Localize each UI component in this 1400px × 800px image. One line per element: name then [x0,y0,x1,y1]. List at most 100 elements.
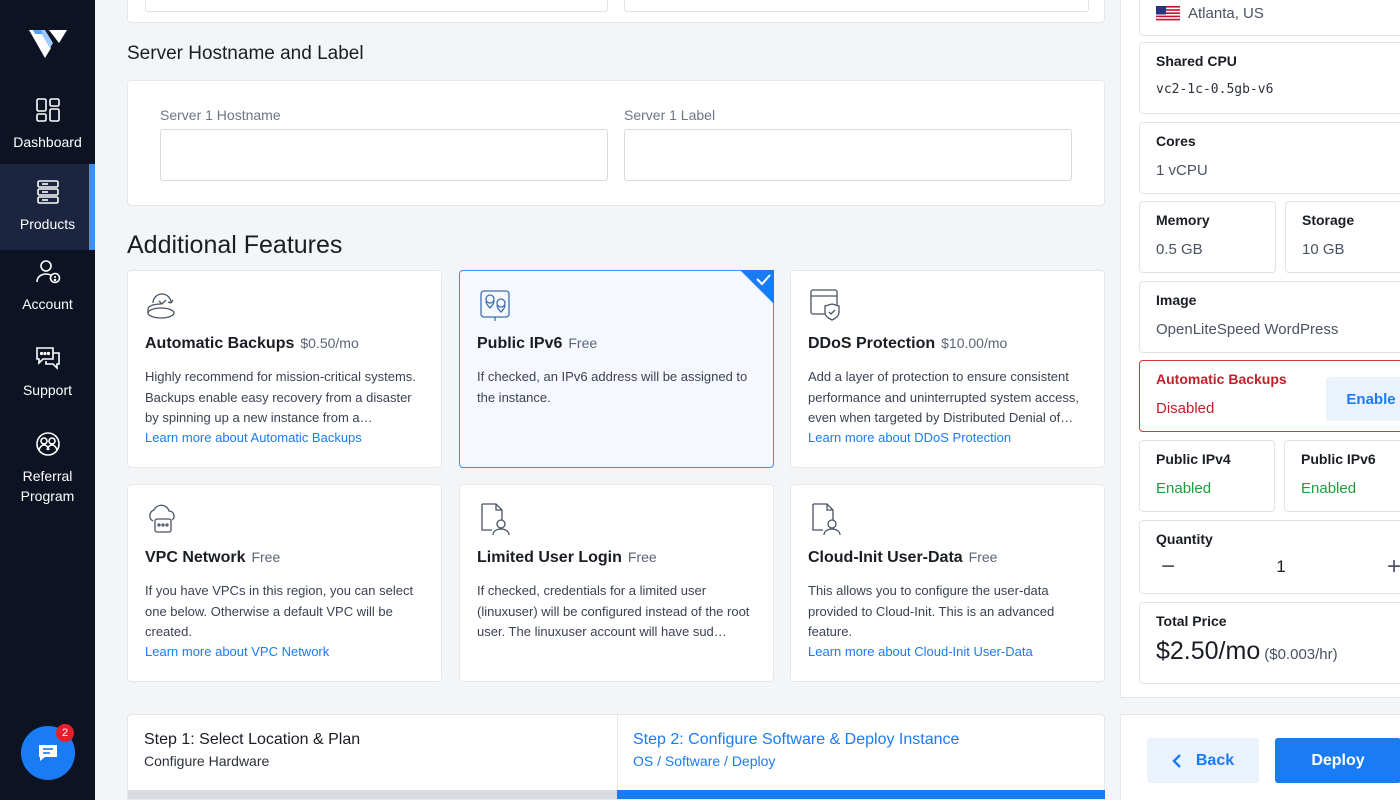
enable-backups-button[interactable]: Enable [1326,377,1400,421]
previous-section-card [127,0,1105,23]
ipv6-status: Enabled [1301,480,1357,497]
ipv4-status: Enabled [1156,480,1212,497]
step-1[interactable]: Step 1: Select Location & Plan Configure… [144,731,360,769]
back-button-label: Back [1195,751,1235,769]
feature-card-public-ipv6[interactable]: Public IPv6 Free If checked, an IPv6 addr… [459,270,774,468]
backups-summary: Automatic Backups Disabled Enable [1139,360,1400,432]
feature-description: If checked, an IPv6 address will be assi… [477,369,748,405]
notification-badge: 2 [56,724,74,742]
hostname-field-label: Server 1 Hostname [160,107,281,123]
cloud-network-icon [149,504,175,533]
feature-card-limited-user-login[interactable]: Limited User Login Free If checked, crede… [459,484,774,682]
step-divider [617,715,618,792]
cores-summary: Cores 1 vCPU [1139,122,1400,194]
dashboard-icon [35,98,60,122]
quantity-summary: Quantity − 1 + [1139,520,1400,594]
sidebar-item-label: Account [22,296,73,312]
ipv4-label: Public IPv4 [1156,451,1231,467]
feature-title: VPC Network [145,549,246,566]
order-summary-panel: Atlanta, US Shared CPU vc2-1c-0.5gb-v6 C… [1120,0,1400,698]
sidebar-item-label: Products [19,216,76,232]
plan-summary: Shared CPU vc2-1c-0.5gb-v6 [1139,42,1400,114]
server-stack-icon [36,180,59,204]
step-title: Step 1: Select Location & Plan [144,731,361,748]
learn-more-link[interactable]: Learn more about VPC Network [145,644,329,659]
chevron-left-icon [1172,753,1181,768]
location-value: Atlanta, US [1188,5,1264,22]
total-price-label: Total Price [1156,613,1227,629]
learn-more-link[interactable]: Learn more about Automatic Backups [145,430,362,445]
deploy-button[interactable]: Deploy [1275,738,1400,783]
cores-value: 1 vCPU [1156,162,1208,179]
ipv6-pin-icon [480,290,510,321]
feature-price: Free [627,549,657,565]
previous-input[interactable] [624,0,1089,12]
image-label: Image [1156,292,1197,308]
total-monthly-price: $2.50/mo [1156,637,1261,665]
feature-card-automatic-backups[interactable]: Automatic Backups $0.50/mo Highly recomme… [127,270,442,468]
plan-value: vc2-1c-0.5gb-v6 [1156,82,1274,97]
sidebar-item-dashboard[interactable]: Dashboard [0,96,95,160]
feature-price: Free [968,549,998,565]
decrease-quantity-button[interactable]: − [1156,553,1180,581]
image-summary: Image OpenLiteSpeed WordPress [1139,281,1400,353]
section-title-additional-features: Additional Features [127,231,343,259]
sidebar-item-support[interactable]: Support [0,344,95,408]
feature-card-vpc-network[interactable]: VPC Network Free If you have VPCs in this… [127,484,442,682]
memory-summary: Memory 0.5 GB [1139,201,1276,273]
vultr-logo[interactable] [29,26,67,60]
feature-card-ddos-protection[interactable]: DDoS Protection $10.00/mo Add a layer of … [790,270,1105,468]
feature-description: Highly recommend for mission-critical sy… [145,369,416,425]
storage-label: Storage [1302,212,1355,228]
feature-description: If checked, credentials for a limited us… [477,583,750,639]
backup-icon [147,293,175,319]
shield-window-icon [810,289,840,321]
total-price-summary: Total Price $2.50/mo ($0.003/hr) [1139,602,1400,684]
step-subtitle: Configure Hardware [144,753,270,769]
label-field-label: Server 1 Label [624,107,716,123]
label-input[interactable] [624,129,1072,181]
feature-price: Free [251,549,281,565]
memory-label: Memory [1156,212,1210,228]
sidebar-item-referral-program[interactable]: Referral Program [0,430,95,514]
support-chat-icon [35,347,60,370]
cores-label: Cores [1156,133,1196,149]
chat-icon [39,745,57,761]
feature-title: Limited User Login [477,549,622,566]
feature-title: Automatic Backups [145,335,295,352]
total-hourly-price: ($0.003/hr) [1264,646,1338,663]
selected-check-icon [740,270,774,304]
action-panel: Back Deploy [1120,714,1400,800]
main-content: Server Hostname and Label Server 1 Hostn… [95,0,1120,800]
step-2[interactable]: Step 2: Configure Software & Deploy Inst… [633,731,959,769]
increase-quantity-button[interactable]: + [1382,553,1400,581]
sidebar-item-account[interactable]: Account [0,258,95,322]
quantity-stepper: − 1 + [1156,553,1400,581]
previous-input[interactable] [145,0,608,12]
ipv6-label: Public IPv6 [1301,451,1376,467]
feature-card-cloud-init-user-data[interactable]: Cloud-Init User-Data Free This allows you… [790,484,1105,682]
user-document-icon [481,503,510,536]
quantity-value[interactable]: 1 [1276,557,1285,577]
sidebar-item-label: Referral Program [20,468,75,504]
image-value: OpenLiteSpeed WordPress [1156,321,1339,338]
feature-title: Public IPv6 [477,335,563,352]
memory-value: 0.5 GB [1156,241,1203,258]
step-title: Step 2: Configure Software & Deploy Inst… [633,731,960,748]
back-button[interactable]: Back [1147,738,1259,783]
ipv4-summary: Public IPv4 Enabled [1139,440,1275,512]
sidebar-item-products[interactable]: Products [0,164,95,250]
ipv6-summary: Public IPv6 Enabled [1284,440,1400,512]
account-icon [35,260,60,284]
learn-more-link[interactable]: Learn more about Cloud-Init User-Data [808,644,1033,659]
chat-launcher-button[interactable]: 2 [21,724,75,780]
feature-price: $10.00/mo [941,335,1008,351]
storage-value: 10 GB [1302,241,1345,258]
quantity-label: Quantity [1156,531,1213,547]
feature-title: DDoS Protection [808,335,936,352]
learn-more-link[interactable]: Learn more about DDoS Protection [808,430,1011,445]
hostname-input[interactable] [160,129,608,181]
referral-icon [35,432,60,456]
sidebar-item-label: Support [22,382,73,398]
sidebar: Dashboard Products Account Support Refer… [0,0,95,800]
